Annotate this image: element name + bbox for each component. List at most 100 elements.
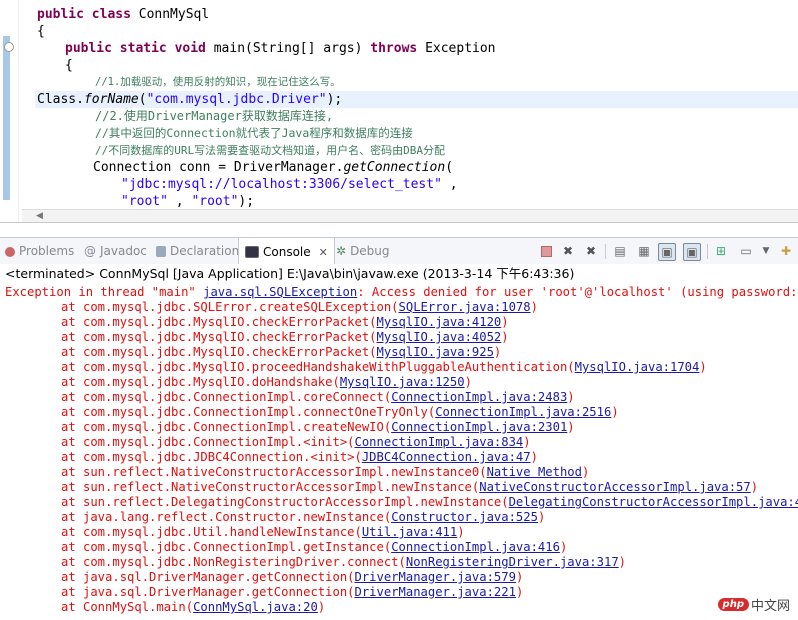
method-call: forName xyxy=(83,92,139,107)
source-link[interactable]: DriverManager.java:221 xyxy=(355,585,516,599)
exception-class-link[interactable]: java.sql.SQLException xyxy=(203,285,357,299)
terminated-status: <terminated> ConnMySql [Java Application… xyxy=(5,266,575,281)
stack-method: at java.sql.DriverManager.getConnection( xyxy=(61,585,355,599)
source-link[interactable]: DelegatingConstructorAccessorImpl.java:4… xyxy=(509,495,798,509)
exception-prefix: Exception in thread "main" xyxy=(5,285,204,299)
source-link[interactable]: NonRegisteringDriver.java:317 xyxy=(406,555,619,569)
source-link[interactable]: ConnectionImpl.java:2516 xyxy=(435,405,611,419)
tab-label: Problems xyxy=(19,244,75,258)
source-link[interactable]: ConnectionImpl.java:2483 xyxy=(391,390,567,404)
stack-frame: at com.mysql.jdbc.MysqlIO.checkErrorPack… xyxy=(5,315,509,330)
tab-debug[interactable]: ✲ Debug xyxy=(336,238,390,265)
change-ruler xyxy=(3,36,10,200)
stack-frame: at sun.reflect.NativeConstructorAccessor… xyxy=(5,465,589,480)
code-line: "jdbc:mysql://localhost:3306/select_test… xyxy=(37,176,798,193)
source-link[interactable]: MysqlIO.java:1704 xyxy=(575,360,700,374)
code-text: , xyxy=(441,177,458,192)
code-text: Connection conn = DriverManager. xyxy=(93,160,344,175)
source-link[interactable]: ConnectionImpl.java:834 xyxy=(355,435,524,449)
source-link[interactable]: MysqlIO.java:1250 xyxy=(340,375,465,389)
editor-gutter xyxy=(0,0,19,222)
tab-problems[interactable]: Problems xyxy=(5,238,74,265)
code-lines[interactable]: public class ConnMySql { public static v… xyxy=(35,6,798,210)
tab-label: Javadoc xyxy=(100,244,147,258)
exception-type: Exception xyxy=(425,41,496,56)
stack-method: at java.lang.reflect.Constructor.newInst… xyxy=(61,510,392,524)
open-console-icon[interactable]: ✚ xyxy=(778,243,794,259)
source-link[interactable]: Native Method xyxy=(487,465,582,479)
source-link[interactable]: Util.java:411 xyxy=(362,525,457,539)
tab-console[interactable]: Console ✕ xyxy=(238,238,335,266)
stack-method: at com.mysql.jdbc.MysqlIO.checkErrorPack… xyxy=(61,315,377,329)
stack-paren: ) xyxy=(567,390,575,404)
source-link[interactable]: DriverManager.java:579 xyxy=(355,570,516,584)
stack-frame: at com.mysql.jdbc.ConnectionImpl.<init>(… xyxy=(5,435,531,450)
code-line-current: Class.forName("com.mysql.jdbc.Driver"); xyxy=(35,91,798,108)
source-link[interactable]: MysqlIO.java:925 xyxy=(377,345,494,359)
source-link[interactable]: ConnectionImpl.java:2301 xyxy=(391,420,567,434)
code-line: //1.加载驱动，使用反射的知识，现在记住这么写。 xyxy=(37,74,798,91)
stack-paren: ) xyxy=(530,300,538,314)
source-link[interactable]: Constructor.java:525 xyxy=(391,510,538,524)
chevron-down-icon[interactable]: ▼ xyxy=(758,243,774,259)
stack-paren: ) xyxy=(581,465,590,479)
fold-toggle-icon[interactable] xyxy=(4,42,14,52)
stack-paren: ) xyxy=(750,480,759,494)
stack-paren: ) xyxy=(537,510,546,524)
stack-frame: at sun.reflect.DelegatingConstructorAcce… xyxy=(5,495,798,510)
stack-method: at com.mysql.jdbc.ConnectionImpl.createN… xyxy=(61,420,392,434)
string-literal: "root" xyxy=(121,194,168,209)
remove-launch-icon[interactable]: ✖ xyxy=(560,243,576,259)
stack-method: at com.mysql.jdbc.Util.handleNewInstance… xyxy=(61,525,362,539)
stack-paren: ) xyxy=(618,555,627,569)
stack-paren: ) xyxy=(530,450,538,464)
source-link[interactable]: MysqlIO.java:4120 xyxy=(377,315,502,329)
debug-icon: ✲ xyxy=(336,244,347,258)
code-editor[interactable]: public class ConnMySql { public static v… xyxy=(0,0,798,223)
code-line: public class ConnMySql xyxy=(37,6,798,23)
stack-paren: ) xyxy=(493,345,502,359)
source-link[interactable]: ConnectionImpl.java:416 xyxy=(391,540,560,554)
stack-frame: at sun.reflect.NativeConstructorAccessor… xyxy=(5,480,758,495)
pin-console-icon[interactable]: ⊞ xyxy=(713,243,729,259)
stack-paren: ) xyxy=(559,540,568,554)
terminate-icon[interactable] xyxy=(538,243,554,259)
tab-javadoc[interactable]: @ Javadoc xyxy=(84,238,147,265)
tab-label: Declaration xyxy=(170,244,240,258)
show-on-stdout-icon[interactable]: ▣ xyxy=(658,243,676,261)
stack-method: at com.mysql.jdbc.MysqlIO.checkErrorPack… xyxy=(61,330,377,344)
stack-frame: at com.mysql.jdbc.NonRegisteringDriver.c… xyxy=(5,555,626,570)
watermark-text: 中文网 xyxy=(750,599,790,614)
source-link[interactable]: SQLError.java:1078 xyxy=(399,300,531,314)
stack-paren: ) xyxy=(317,600,326,614)
stack-frame: at java.sql.DriverManager.getConnection(… xyxy=(5,585,523,600)
comment: //2.使用DriverManager获取数据库连接, xyxy=(95,109,334,123)
tab-declaration[interactable]: Declaration xyxy=(156,238,239,265)
stack-frame: at com.mysql.jdbc.ConnectionImpl.coreCon… xyxy=(5,390,575,405)
console-output[interactable]: <terminated> ConnMySql [Java Application… xyxy=(0,264,798,620)
stack-frame: at java.sql.DriverManager.getConnection(… xyxy=(5,570,523,585)
horizontal-scrollbar[interactable]: ◀ xyxy=(22,209,798,222)
stack-method: at com.mysql.jdbc.MysqlIO.proceedHandsha… xyxy=(61,360,575,374)
scroll-left-icon[interactable]: ◀ xyxy=(36,210,43,222)
stack-frame: at java.lang.reflect.Constructor.newInst… xyxy=(5,510,545,525)
source-link[interactable]: MysqlIO.java:4052 xyxy=(377,330,502,344)
clear-console-icon[interactable]: ▤ xyxy=(612,243,628,259)
stack-frame: at com.mysql.jdbc.MysqlIO.proceedHandsha… xyxy=(5,360,707,375)
brace: { xyxy=(65,58,73,73)
close-icon[interactable]: ✕ xyxy=(319,239,328,266)
code-text: ); xyxy=(238,194,255,209)
source-link[interactable]: JDBC4Connection.java:47 xyxy=(362,450,531,464)
source-link[interactable]: ConnMySql.java:20 xyxy=(193,600,318,614)
display-console-icon[interactable]: ▭ xyxy=(738,243,754,259)
remove-all-terminated-icon[interactable]: ✖ xyxy=(583,243,599,259)
scroll-lock-icon[interactable]: ▦ xyxy=(636,243,652,259)
comment: //不同数据库的URL写法需要查驱动文档知道，用户名、密码由DBA分配 xyxy=(95,144,445,157)
code-line: //2.使用DriverManager获取数据库连接, xyxy=(37,108,798,125)
tab-label: Console xyxy=(263,244,311,259)
show-on-stderr-icon[interactable]: ▣ xyxy=(683,243,701,261)
method-signature: main(String[] args) xyxy=(213,41,371,56)
source-link[interactable]: NativeConstructorAccessorImpl.java:57 xyxy=(479,480,751,494)
stack-frame: at com.mysql.jdbc.MysqlIO.doHandshake(My… xyxy=(5,375,472,390)
stack-paren: ) xyxy=(523,435,531,449)
